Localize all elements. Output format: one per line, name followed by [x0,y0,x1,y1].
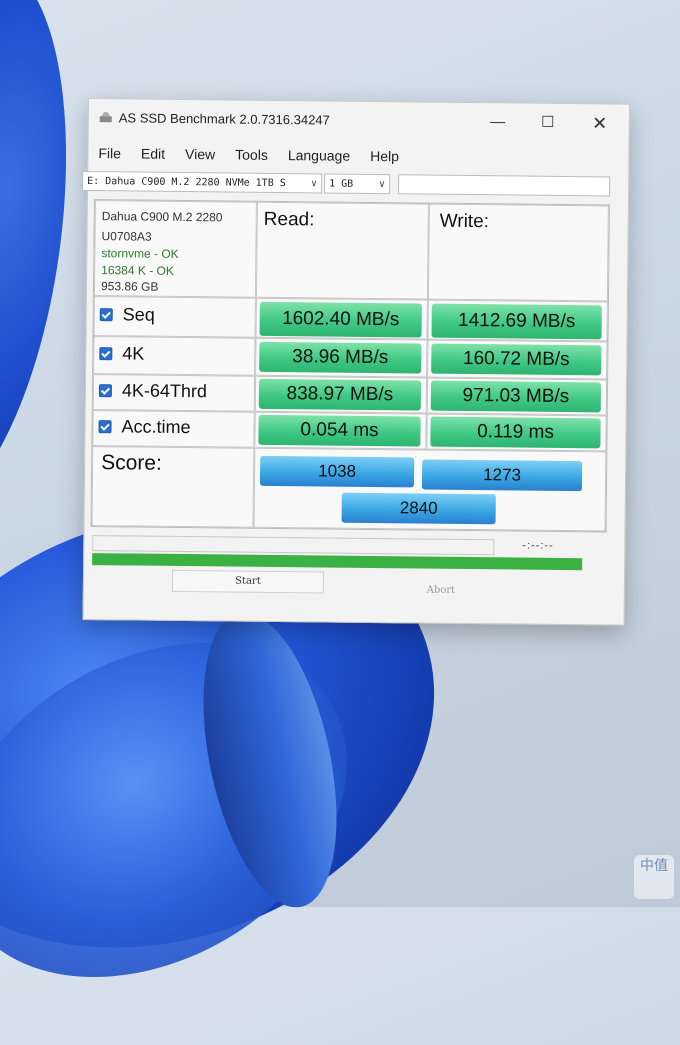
chevron-down-icon: ∨ [311,178,318,190]
title-bar[interactable]: AS SSD Benchmark 2.0.7316.34247 — ☐ ✕ [89,99,629,143]
4k-label: 4K [122,343,145,364]
test-seq[interactable]: Seq [99,304,155,326]
4k-read-value: 38.96 MB/s [259,341,422,374]
progress-bar [92,553,583,571]
menu-file[interactable]: File [88,145,131,161]
4k-64thrd-label: 4K-64Thrd [121,380,208,402]
as-ssd-window: AS SSD Benchmark 2.0.7316.34247 — ☐ ✕ Fi… [82,98,630,626]
start-button[interactable]: Start [171,569,325,594]
drive-firmware: U0708A3 [101,229,152,244]
read-header-cell: Read: [255,201,429,300]
test-4k-64thrd[interactable]: 4K-64Thrd [98,380,208,402]
progress-track [92,535,495,556]
drive-capacity: 953.86 GB [100,279,159,294]
4k-checkbox[interactable] [99,347,113,361]
seq-read-value: 1602.40 MB/s [259,301,422,338]
drive-model: Dahua C900 M.2 2280 [101,209,223,225]
acc-time-read-value: 0.054 ms [258,414,421,447]
4k-64thrd-read-value: 838.97 MB/s [258,378,422,411]
app-disk-icon [99,112,112,123]
menu-help[interactable]: Help [360,148,409,165]
test-acc-time[interactable]: Acc.time [98,416,191,438]
abort-button[interactable]: Abort [366,580,516,602]
size-select[interactable]: 1 GB ∨ [324,173,391,195]
close-icon[interactable]: ✕ [585,110,615,136]
minimize-icon[interactable]: — [483,109,513,135]
menu-view[interactable]: View [175,146,225,163]
size-select-value: 1 GB [329,178,354,190]
alignment-status: 16384 K - OK [101,263,174,278]
driver-status: stornvme - OK [101,246,179,261]
score-label-cell: Score: [91,446,255,528]
seq-checkbox[interactable] [99,308,113,322]
seq-write-value: 1412.69 MB/s [431,303,602,340]
4k-write-value: 160.72 MB/s [431,343,602,376]
score-total: 2840 [341,492,496,525]
results-grid: Dahua C900 M.2 2280 U0708A3 stornvme - O… [90,199,610,533]
acc-time-label: Acc.time [121,416,191,438]
score-read: 1038 [259,455,415,488]
menu-tools[interactable]: Tools [225,146,278,163]
test-4k[interactable]: 4K [99,343,144,364]
maximize-icon[interactable]: ☐ [533,110,563,136]
wallpaper-bloom [0,0,98,532]
toolbar: E: Dahua C900 M.2 2280 NVMe 1TB S ∨ 1 GB… [82,170,628,201]
4k-64thrd-write-value: 971.03 MB/s [430,380,602,413]
read-header: Read: [263,208,315,231]
blank-field [398,174,611,197]
watermark: 中值 [634,855,674,899]
menu-bar: File Edit View Tools Language Help [88,145,409,164]
drive-select[interactable]: E: Dahua C900 M.2 2280 NVMe 1TB S ∨ [82,170,323,194]
score-label: Score: [101,451,163,475]
elapsed-time: -:--:-- [522,539,554,552]
drive-info-panel: Dahua C900 M.2 2280 U0708A3 stornvme - O… [93,200,257,298]
4k-64thrd-checkbox[interactable] [98,384,113,398]
menu-edit[interactable]: Edit [131,145,175,162]
seq-label: Seq [122,304,155,325]
write-header: Write: [439,210,490,233]
menu-language[interactable]: Language [278,147,360,164]
score-write: 1273 [421,459,583,492]
drive-select-value: E: Dahua C900 M.2 2280 NVMe 1TB S [87,175,286,190]
write-header-cell: Write: [427,203,609,302]
acc-time-write-value: 0.119 ms [430,416,601,449]
window-title: AS SSD Benchmark 2.0.7316.34247 [118,110,330,128]
chevron-down-icon: ∨ [379,179,386,191]
acc-time-checkbox[interactable] [98,420,112,434]
